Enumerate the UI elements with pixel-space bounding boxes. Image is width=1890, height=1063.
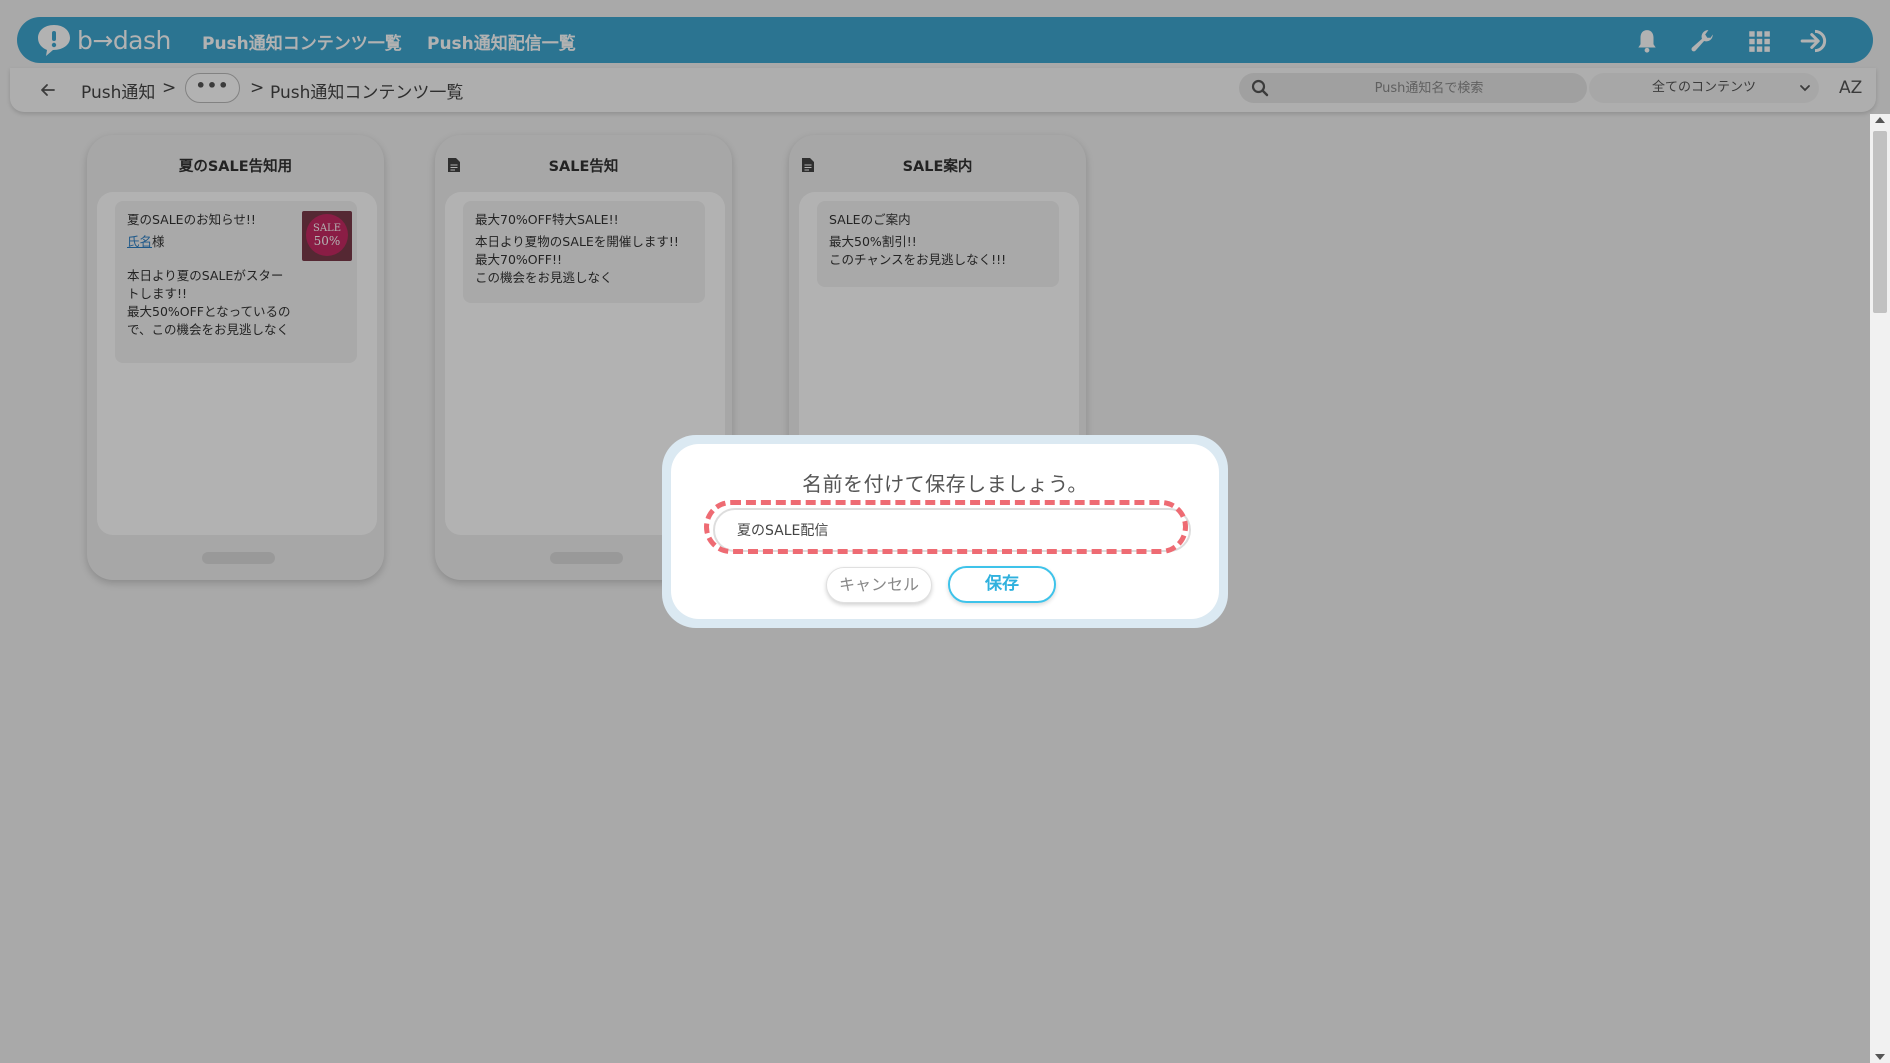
name-field xyxy=(713,508,1191,552)
scroll-down-icon[interactable] xyxy=(1875,1054,1885,1060)
name-input[interactable] xyxy=(715,510,1189,550)
dialog-body: 名前を付けて保存しましょう。 xyxy=(671,444,1219,619)
save-button[interactable]: 保存 xyxy=(948,566,1056,603)
save-name-dialog: 名前を付けて保存しましょう。 xyxy=(662,435,1228,628)
scroll-up-icon[interactable] xyxy=(1875,117,1885,123)
scrollbar[interactable] xyxy=(1870,114,1890,1063)
cancel-button[interactable]: キャンセル xyxy=(826,567,932,603)
scroll-thumb[interactable] xyxy=(1873,131,1887,313)
dialog-title: 名前を付けて保存しましょう。 xyxy=(802,472,1088,496)
